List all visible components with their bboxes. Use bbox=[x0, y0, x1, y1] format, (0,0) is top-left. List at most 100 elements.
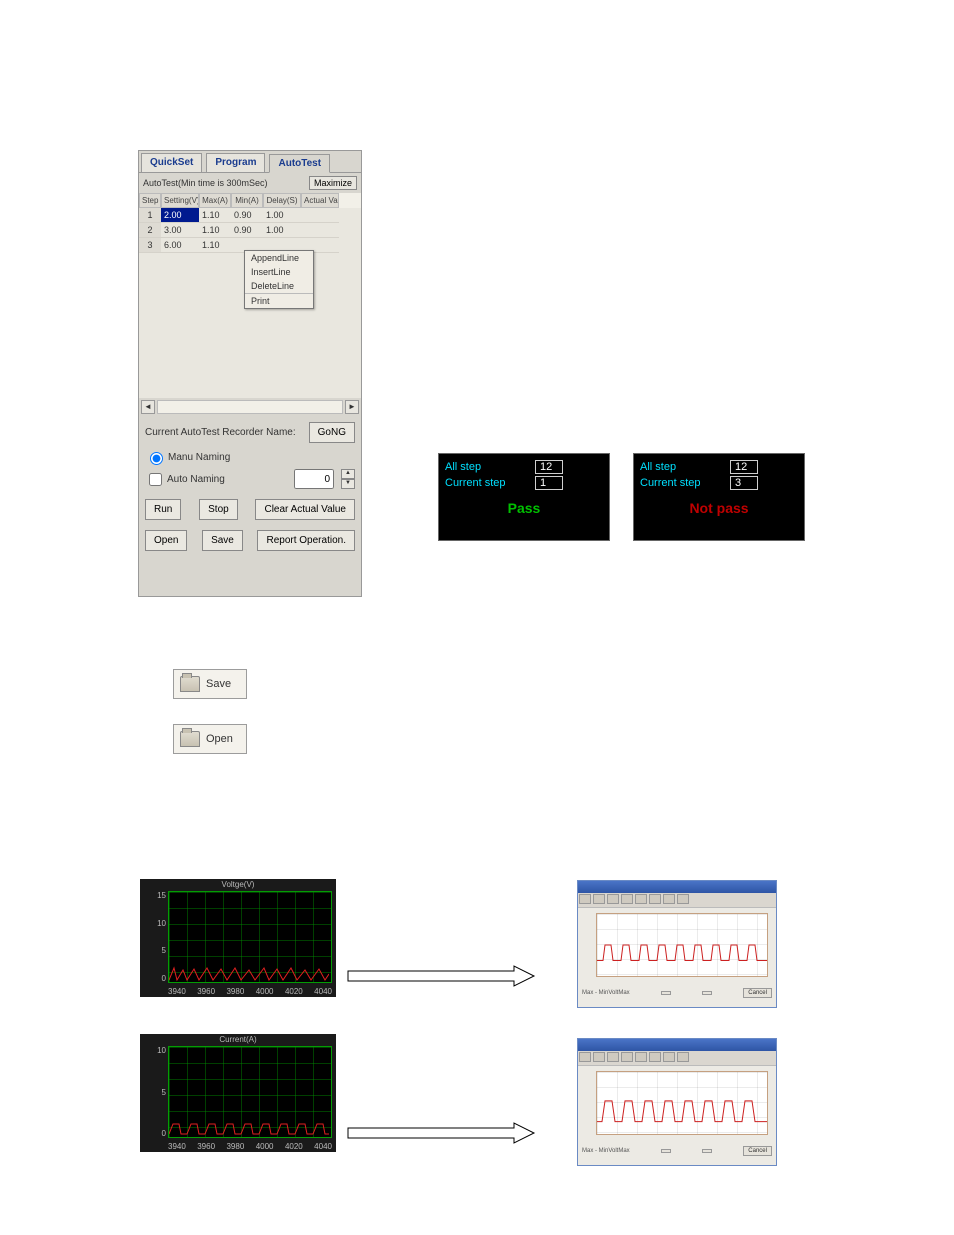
preview-cancel-button[interactable]: Cancel bbox=[743, 1146, 772, 1156]
grid-head: Step Setting(V) Max(A) Min(A) Delay(S) A… bbox=[139, 193, 361, 208]
cell-min[interactable]: 0.90 bbox=[231, 208, 263, 223]
cell-setting[interactable]: 2.00 bbox=[161, 208, 199, 223]
cell-delay[interactable]: 1.00 bbox=[263, 223, 301, 238]
horizontal-scroll: ◄ ► bbox=[139, 398, 361, 416]
tool-icon[interactable] bbox=[621, 1052, 633, 1062]
all-step-value: 12 bbox=[535, 460, 563, 474]
col-actual: Actual Va bbox=[301, 193, 339, 208]
recorder-label: Current AutoTest Recorder Name: bbox=[145, 427, 296, 438]
preview-button[interactable] bbox=[702, 991, 712, 995]
tool-icon[interactable] bbox=[579, 1052, 591, 1062]
scroll-track[interactable] bbox=[157, 400, 343, 414]
x-axis: 39403960 39804000 40204040 bbox=[168, 987, 332, 996]
scroll-left-icon[interactable]: ◄ bbox=[141, 400, 155, 414]
tool-icon[interactable] bbox=[663, 894, 675, 904]
window-titlebar[interactable] bbox=[578, 1039, 776, 1051]
maximize-button[interactable]: Maximize bbox=[309, 176, 357, 190]
auto-naming-label: Auto Naming bbox=[167, 474, 225, 485]
cell-setting[interactable]: 3.00 bbox=[161, 223, 199, 238]
cell-step: 3 bbox=[139, 238, 161, 253]
open-icon-button[interactable]: Open bbox=[173, 724, 247, 754]
stop-button[interactable]: Stop bbox=[199, 499, 238, 520]
tool-icon[interactable] bbox=[621, 894, 633, 904]
report-button[interactable]: Report Operation. bbox=[257, 530, 355, 551]
autotest-panel: QuickSet Program AutoTest AutoTest(Min t… bbox=[138, 150, 362, 597]
tool-icon[interactable] bbox=[607, 1052, 619, 1062]
result-pass-panel: All step 12 Current step 1 Pass bbox=[438, 453, 610, 541]
auto-naming-value[interactable] bbox=[294, 469, 334, 489]
cell-max[interactable]: 1.10 bbox=[199, 223, 231, 238]
table-row[interactable]: 2 3.00 1.10 0.90 1.00 bbox=[139, 223, 361, 238]
auto-naming-checkbox[interactable] bbox=[149, 473, 162, 486]
clear-button[interactable]: Clear Actual Value bbox=[255, 499, 355, 520]
result-notpass-panel: All step 12 Current step 3 Not pass bbox=[633, 453, 805, 541]
preview-button[interactable] bbox=[661, 991, 671, 995]
tab-quickset[interactable]: QuickSet bbox=[141, 153, 202, 172]
cell-step: 1 bbox=[139, 208, 161, 223]
save-label: Save bbox=[206, 678, 231, 690]
open-button[interactable]: Open bbox=[145, 530, 187, 551]
tab-program[interactable]: Program bbox=[206, 153, 265, 172]
menu-append-line[interactable]: AppendLine bbox=[245, 251, 313, 265]
spin-down-icon[interactable]: ▼ bbox=[341, 479, 355, 489]
preview-caption: Max - MinVoltMax bbox=[582, 990, 630, 996]
chart-title: Voltge(V) bbox=[140, 879, 336, 890]
status-pass: Pass bbox=[445, 500, 603, 516]
preview-button[interactable] bbox=[661, 1149, 671, 1153]
current-step-label: Current step bbox=[445, 477, 535, 489]
all-step-label: All step bbox=[445, 461, 535, 473]
grid: Step Setting(V) Max(A) Min(A) Delay(S) A… bbox=[139, 193, 361, 398]
cell-delay[interactable]: 1.00 bbox=[263, 208, 301, 223]
tool-icon[interactable] bbox=[677, 894, 689, 904]
all-step-label: All step bbox=[640, 461, 730, 473]
tool-icon[interactable] bbox=[593, 894, 605, 904]
tool-icon[interactable] bbox=[607, 894, 619, 904]
panel-title: AutoTest(Min time is 300mSec) bbox=[143, 178, 268, 188]
cell-max[interactable]: 1.10 bbox=[199, 208, 231, 223]
window-toolbar bbox=[578, 893, 776, 908]
menu-print[interactable]: Print bbox=[245, 294, 313, 308]
tool-icon[interactable] bbox=[677, 1052, 689, 1062]
cell-min[interactable]: 0.90 bbox=[231, 223, 263, 238]
tool-icon[interactable] bbox=[579, 894, 591, 904]
tool-icon[interactable] bbox=[593, 1052, 605, 1062]
menu-delete-line[interactable]: DeleteLine bbox=[245, 279, 313, 294]
tool-icon[interactable] bbox=[649, 1052, 661, 1062]
cell-max[interactable]: 1.10 bbox=[199, 238, 231, 253]
current-step-label: Current step bbox=[640, 477, 730, 489]
voltage-preview-window: Max - MinVoltMax Cancel bbox=[577, 880, 777, 1008]
y-axis: 15 10 5 0 bbox=[142, 891, 166, 983]
cell-actual bbox=[301, 223, 339, 238]
window-titlebar[interactable] bbox=[578, 881, 776, 893]
x-axis: 39403960 39804000 40204040 bbox=[168, 1142, 332, 1151]
tool-icon[interactable] bbox=[635, 1052, 647, 1062]
current-step-value: 3 bbox=[730, 476, 758, 490]
menu-insert-line[interactable]: InsertLine bbox=[245, 265, 313, 279]
cell-actual bbox=[301, 208, 339, 223]
spin-up-icon[interactable]: ▲ bbox=[341, 469, 355, 479]
all-step-value: 12 bbox=[730, 460, 758, 474]
col-max: Max(A) bbox=[199, 193, 231, 208]
manu-naming-row[interactable]: Manu Naming bbox=[145, 449, 355, 465]
manu-naming-radio[interactable] bbox=[150, 452, 163, 465]
save-button[interactable]: Save bbox=[202, 530, 243, 551]
col-step: Step bbox=[139, 193, 161, 208]
tool-icon[interactable] bbox=[635, 894, 647, 904]
run-button[interactable]: Run bbox=[145, 499, 181, 520]
folder-icon bbox=[180, 731, 200, 747]
tool-icon[interactable] bbox=[649, 894, 661, 904]
gong-button[interactable]: GoNG bbox=[309, 422, 355, 443]
auto-naming-row[interactable]: Auto Naming ▲ ▼ bbox=[145, 469, 355, 489]
save-icon-button[interactable]: Save bbox=[173, 669, 247, 699]
window-toolbar bbox=[578, 1051, 776, 1066]
tab-autotest[interactable]: AutoTest bbox=[269, 154, 330, 173]
manu-naming-label: Manu Naming bbox=[168, 452, 230, 463]
preview-cancel-button[interactable]: Cancel bbox=[743, 988, 772, 998]
cell-step: 2 bbox=[139, 223, 161, 238]
cell-setting[interactable]: 6.00 bbox=[161, 238, 199, 253]
arrow-icon bbox=[346, 965, 536, 987]
table-row[interactable]: 1 2.00 1.10 0.90 1.00 bbox=[139, 208, 361, 223]
scroll-right-icon[interactable]: ► bbox=[345, 400, 359, 414]
tool-icon[interactable] bbox=[663, 1052, 675, 1062]
preview-button[interactable] bbox=[702, 1149, 712, 1153]
